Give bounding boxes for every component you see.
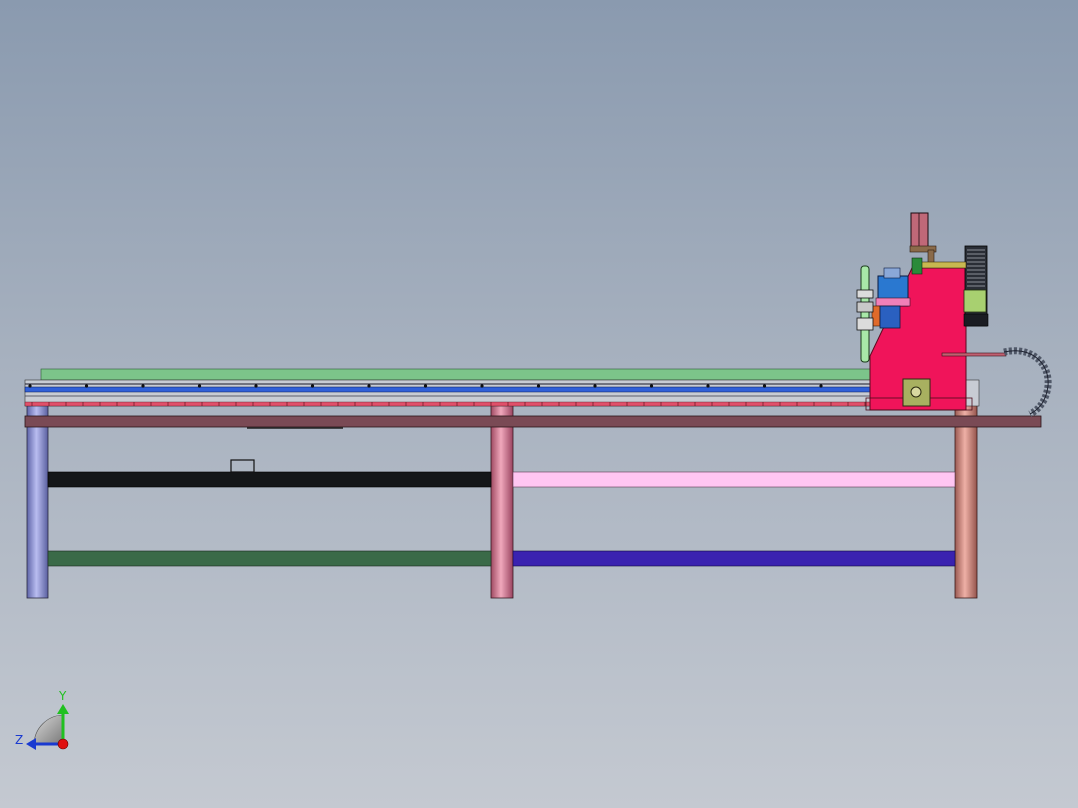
stepper-motor-shaft	[910, 386, 922, 398]
z-axis-label: Z	[15, 733, 23, 747]
motor-blue-cap[interactable]	[883, 267, 901, 279]
rail-screw	[367, 384, 371, 388]
top-actuator[interactable]	[910, 212, 929, 248]
rail-screw	[593, 384, 597, 388]
cad-model-view[interactable]: Y Z	[0, 0, 1078, 808]
upper-crossbar-right[interactable]	[512, 471, 956, 488]
motor-dark-block[interactable]	[963, 313, 989, 327]
chain-arm[interactable]	[941, 352, 1007, 357]
frame-leg-left[interactable]	[26, 403, 49, 599]
rail-red-strip[interactable]	[24, 401, 872, 407]
rail-screw	[480, 384, 484, 388]
y-axis-label: Y	[58, 689, 67, 703]
rail-screw	[423, 384, 428, 388]
motor-pink-mount[interactable]	[875, 297, 911, 307]
rail-screw	[28, 384, 32, 388]
tool-holder[interactable]	[860, 265, 870, 363]
motor-olive-block[interactable]	[963, 289, 987, 313]
rail-screw	[536, 384, 541, 388]
cable-drag-chain-outline	[1003, 350, 1049, 415]
tool-clamp-3[interactable]	[856, 317, 874, 331]
table-top[interactable]	[24, 415, 1042, 428]
upper-crossbar-left[interactable]	[47, 471, 492, 488]
linkage-bar[interactable]	[919, 261, 967, 269]
motor-blue-lower[interactable]	[879, 305, 901, 329]
crossbar-bracket[interactable]	[230, 459, 255, 473]
rail-screw	[141, 384, 145, 388]
lower-crossbar-right[interactable]	[512, 550, 956, 567]
rail-top-plate[interactable]	[40, 368, 876, 381]
linkage-pin[interactable]	[911, 257, 923, 275]
frame-leg-middle[interactable]	[490, 403, 514, 599]
rail-screw	[254, 384, 258, 388]
x-axis-origin	[57, 738, 69, 750]
rail-screw	[762, 384, 767, 388]
y-axis-arrowhead	[57, 704, 69, 714]
coordinate-triad: Y Z	[15, 689, 69, 750]
lower-crossbar-left[interactable]	[47, 550, 492, 567]
rail-screw	[197, 384, 202, 388]
tool-clamp-1[interactable]	[856, 289, 874, 299]
rail-blue-strip[interactable]	[24, 386, 872, 393]
tool-clamp-2[interactable]	[856, 301, 874, 313]
rail-screw	[819, 384, 823, 388]
triad-arc	[33, 714, 64, 745]
rail-screw	[84, 384, 89, 388]
frame-leg-right[interactable]	[954, 403, 978, 599]
rail-screw	[310, 384, 315, 388]
rail-screw	[649, 384, 654, 388]
z-axis-arrowhead	[26, 738, 36, 750]
rail-screw	[706, 384, 710, 388]
cad-viewport[interactable]: Y Z	[0, 0, 1078, 808]
